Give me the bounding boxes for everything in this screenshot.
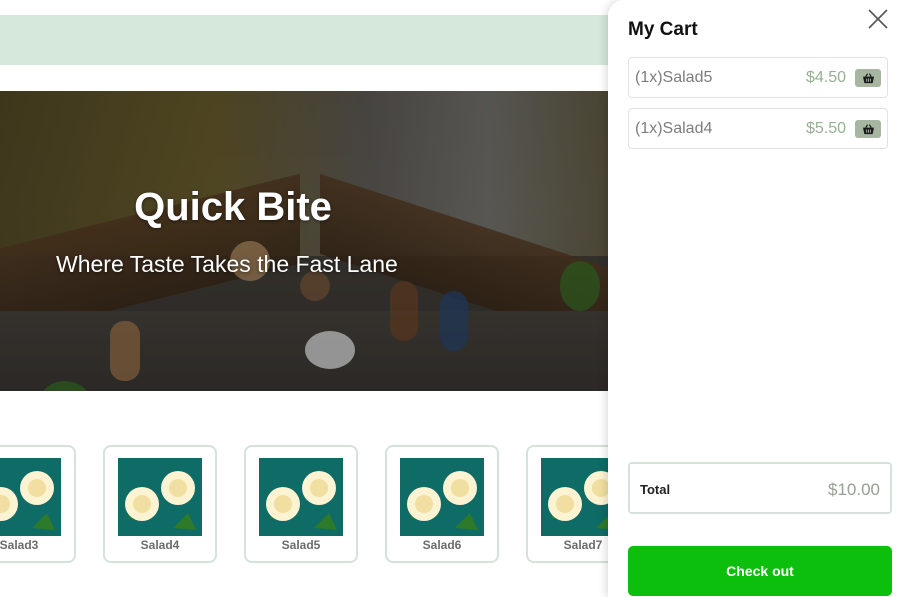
hero-subtitle: Where Taste Takes the Fast Lane bbox=[56, 251, 398, 277]
total-value: $10.00 bbox=[828, 480, 880, 499]
basket-icon[interactable] bbox=[855, 120, 881, 138]
white-roses-image bbox=[0, 458, 61, 536]
cart-item-label: (1x)Salad4 bbox=[635, 120, 713, 137]
white-roses-image bbox=[400, 458, 484, 536]
cart-item-price: $5.50 bbox=[805, 120, 846, 137]
top-banner bbox=[0, 15, 640, 65]
product-card-salad6[interactable]: Salad6 bbox=[385, 445, 499, 563]
cart-drawer: My Cart (1x)Salad5 $4.50 (1x)Salad4 $5.5… bbox=[608, 0, 899, 597]
product-label: Salad5 bbox=[281, 538, 321, 552]
product-card-salad4[interactable]: Salad4 bbox=[103, 445, 217, 563]
product-label: Salad4 bbox=[140, 538, 180, 552]
product-card-salad3[interactable]: Salad3 bbox=[0, 445, 76, 563]
cart-item: (1x)Salad4 $5.50 bbox=[628, 108, 888, 149]
hero-overlay bbox=[0, 91, 610, 391]
page: Quick Bite Where Taste Takes the Fast La… bbox=[0, 0, 899, 597]
checkout-button[interactable]: Check out bbox=[628, 546, 892, 596]
cart-item-price: $4.50 bbox=[805, 69, 846, 86]
basket-icon[interactable] bbox=[855, 69, 881, 87]
total-label: Total bbox=[640, 482, 671, 497]
product-card-salad5[interactable]: Salad5 bbox=[244, 445, 358, 563]
cart-item-label: (1x)Salad5 bbox=[635, 69, 713, 86]
close-icon[interactable] bbox=[866, 7, 890, 31]
hero-banner bbox=[0, 91, 610, 391]
white-roses-image bbox=[259, 458, 343, 536]
product-label: Salad3 bbox=[0, 538, 39, 552]
product-label: Salad6 bbox=[422, 538, 462, 552]
cart-item: (1x)Salad5 $4.50 bbox=[628, 57, 888, 98]
cart-total: Total $10.00 bbox=[628, 462, 892, 514]
white-roses-image bbox=[118, 458, 202, 536]
hero-title: Quick Bite bbox=[134, 185, 332, 229]
cart-title: My Cart bbox=[628, 19, 698, 40]
